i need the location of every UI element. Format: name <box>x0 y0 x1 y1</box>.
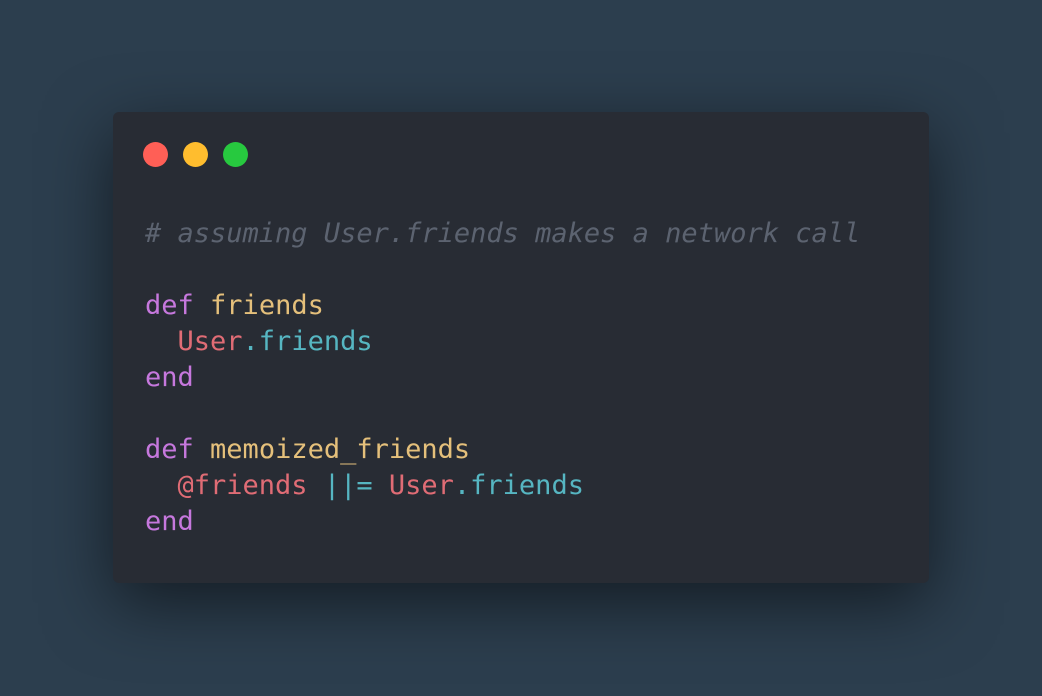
code-block: # assuming User.friends makes a network … <box>145 216 860 540</box>
keyword-def: def <box>145 290 194 321</box>
window-controls <box>143 142 248 167</box>
code-line-end: end <box>145 360 860 396</box>
code-line-comment: # assuming User.friends makes a network … <box>145 216 860 252</box>
code-line-def-friends: def friends <box>145 288 860 324</box>
method-call-friends: .friends <box>242 326 373 357</box>
code-window: # assuming User.friends makes a network … <box>113 112 929 583</box>
close-window-icon[interactable] <box>143 142 168 167</box>
method-call-friends: .friends <box>453 470 584 501</box>
method-name-friends: friends <box>210 290 324 321</box>
code-comment: # assuming User.friends makes a network … <box>145 218 861 249</box>
constant-user: User <box>177 326 243 357</box>
code-line-memoize: @friends ||= User.friends <box>145 468 860 504</box>
minimize-window-icon[interactable] <box>183 142 208 167</box>
keyword-end: end <box>145 506 194 537</box>
method-name-memoized-friends: memoized_friends <box>210 434 471 465</box>
maximize-window-icon[interactable] <box>223 142 248 167</box>
code-line-end: end <box>145 504 860 540</box>
keyword-end: end <box>145 362 194 393</box>
code-line-def-memoized: def memoized_friends <box>145 432 860 468</box>
constant-user: User <box>388 470 454 501</box>
instance-variable-friends: @friends <box>177 470 308 501</box>
keyword-def: def <box>145 434 194 465</box>
operator-or-assign: ||= <box>323 470 373 501</box>
code-line-user-friends: User.friends <box>145 324 860 360</box>
